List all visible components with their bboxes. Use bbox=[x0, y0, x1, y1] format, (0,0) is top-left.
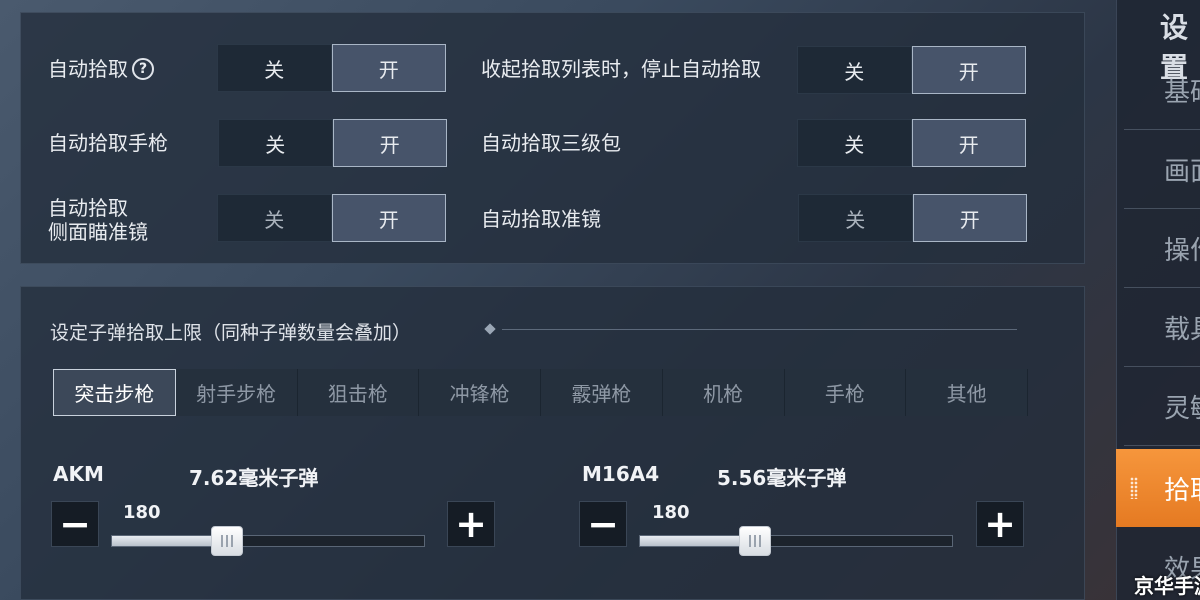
stop-on-collapse-label: 收起拾取列表时，停止自动拾取 bbox=[481, 57, 761, 81]
akm-decrease-button[interactable]: − bbox=[51, 501, 99, 547]
stop-on-collapse-off-button[interactable]: 关 bbox=[797, 46, 912, 94]
auto-pickup-pistol-toggle[interactable]: 关 开 bbox=[218, 119, 447, 167]
gun-name-akm: AKM bbox=[53, 462, 104, 486]
weapon-category-tabs: 突击步枪 射手步枪 狙击枪 冲锋枪 霰弹枪 机枪 手枪 其他 bbox=[53, 369, 1028, 416]
auto-pickup-lv3-bag-off-button[interactable]: 关 bbox=[797, 119, 912, 167]
stop-on-collapse-on-button[interactable]: 开 bbox=[911, 46, 1026, 94]
auto-pickup-lv3-bag-toggle[interactable]: 关 开 bbox=[797, 119, 1026, 167]
auto-pickup-side-scope-off-button[interactable]: 关 bbox=[217, 194, 332, 242]
akm-slider-thumb[interactable] bbox=[211, 526, 244, 556]
m16a4-slider[interactable] bbox=[639, 526, 953, 556]
side-scope-label-line1: 自动拾取 bbox=[48, 196, 128, 220]
side-scope-label-line2: 侧面瞄准镜 bbox=[48, 220, 148, 244]
tab-marksman-rifle[interactable]: 射手步枪 bbox=[175, 369, 298, 416]
ammo-section-title: 设定子弹拾取上限（同种子弹数量会叠加） bbox=[50, 322, 412, 344]
auto-pickup-lv3-bag-label: 自动拾取三级包 bbox=[481, 131, 621, 155]
grip-icon bbox=[1130, 477, 1138, 499]
m16a4-decrease-button[interactable]: − bbox=[579, 501, 627, 547]
tab-pistol[interactable]: 手枪 bbox=[784, 369, 907, 416]
auto-pickup-side-scope-on-button[interactable]: 开 bbox=[331, 194, 446, 242]
auto-pickup-label: 自动拾取? bbox=[48, 57, 154, 81]
auto-pickup-side-scope-label: 自动拾取 侧面瞄准镜 bbox=[48, 196, 148, 244]
auto-pickup-pistol-off-button[interactable]: 关 bbox=[218, 119, 333, 167]
m16a4-increase-button[interactable]: + bbox=[976, 501, 1024, 547]
auto-pickup-scope-label: 自动拾取准镜 bbox=[481, 207, 601, 231]
watermark-logo: 京华手游 bbox=[1134, 574, 1200, 598]
akm-slider-fill bbox=[112, 536, 228, 546]
m16a4-slider-value: 180 bbox=[652, 502, 690, 523]
akm-increase-button[interactable]: + bbox=[447, 501, 495, 547]
auto-pickup-scope-off-button[interactable]: 关 bbox=[798, 194, 913, 242]
m16a4-slider-fill bbox=[640, 536, 756, 546]
auto-pickup-pistol-label: 自动拾取手枪 bbox=[48, 131, 168, 155]
sidebar-item-basic[interactable]: 基础 bbox=[1124, 52, 1200, 130]
tab-other[interactable]: 其他 bbox=[906, 369, 1028, 416]
auto-pickup-off-button[interactable]: 关 bbox=[217, 44, 332, 92]
tab-smg[interactable]: 冲锋枪 bbox=[419, 369, 541, 416]
akm-slider[interactable] bbox=[111, 526, 425, 556]
akm-slider-value: 180 bbox=[123, 502, 161, 523]
m16a4-slider-thumb[interactable] bbox=[739, 526, 772, 556]
sidebar-item-controls[interactable]: 操作 bbox=[1124, 210, 1200, 288]
auto-pickup-text: 自动拾取 bbox=[48, 57, 128, 81]
gun-name-m16a4: M16A4 bbox=[582, 462, 660, 486]
help-icon[interactable]: ? bbox=[132, 58, 154, 80]
auto-pickup-pistol-on-button[interactable]: 开 bbox=[332, 119, 447, 167]
auto-pickup-on-button[interactable]: 开 bbox=[331, 44, 446, 92]
tab-assault-rifle[interactable]: 突击步枪 bbox=[53, 369, 176, 416]
auto-pickup-toggle[interactable]: 关 开 bbox=[217, 44, 446, 92]
auto-pickup-side-scope-toggle[interactable]: 关 开 bbox=[217, 194, 446, 242]
auto-pickup-scope-toggle[interactable]: 关 开 bbox=[798, 194, 1027, 242]
sidebar-item-pickup[interactable]: 拾取 bbox=[1116, 449, 1200, 527]
tab-sniper-rifle[interactable]: 狙击枪 bbox=[297, 369, 420, 416]
sidebar-item-pickup-label: 拾取 bbox=[1164, 475, 1200, 506]
auto-pickup-lv3-bag-on-button[interactable]: 开 bbox=[911, 119, 1026, 167]
ammo-name-akm: 7.62毫米子弹 bbox=[189, 466, 319, 490]
tab-shotgun[interactable]: 霰弹枪 bbox=[541, 369, 663, 416]
ammo-name-m16a4: 5.56毫米子弹 bbox=[717, 466, 847, 490]
stop-on-collapse-toggle[interactable]: 关 开 bbox=[797, 46, 1026, 94]
sidebar-item-sensitivity[interactable]: 灵敏 bbox=[1124, 368, 1200, 446]
title-divider bbox=[502, 329, 1017, 330]
auto-pickup-scope-on-button[interactable]: 开 bbox=[912, 194, 1027, 242]
sidebar-item-graphics[interactable]: 画面 bbox=[1124, 131, 1200, 209]
tab-machine-gun[interactable]: 机枪 bbox=[662, 369, 785, 416]
sidebar-item-vehicle[interactable]: 载具 bbox=[1124, 289, 1200, 367]
